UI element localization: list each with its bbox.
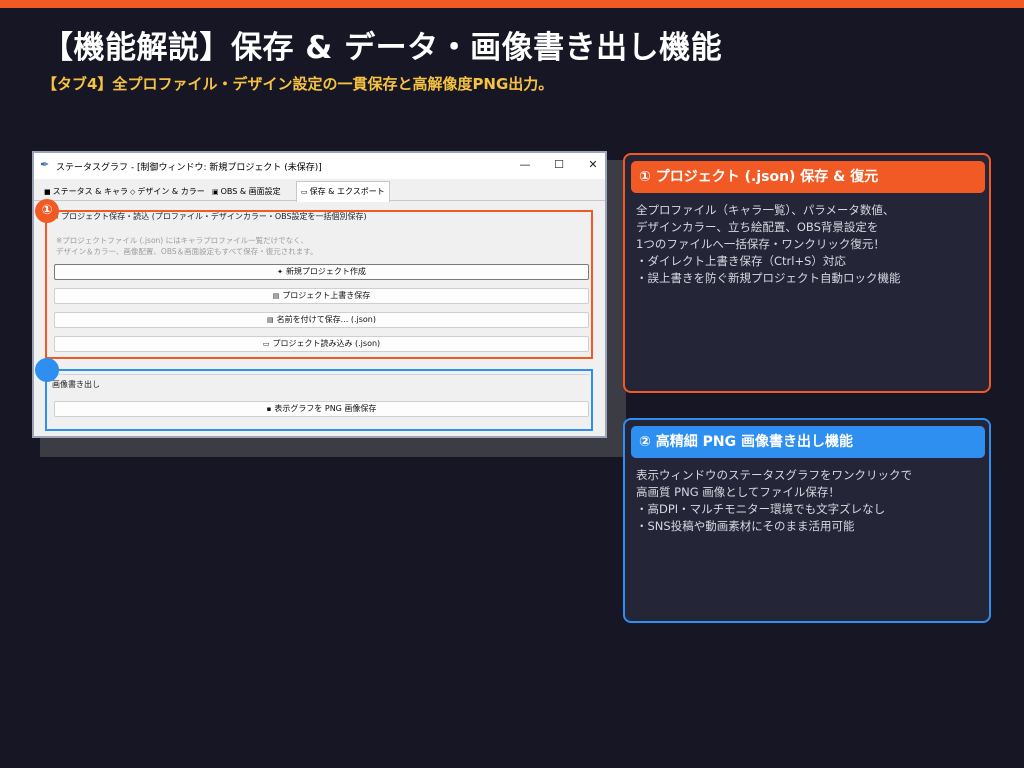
- card-line: 高画質 PNG 画像としてファイル保存！: [636, 485, 840, 499]
- tab-label: 保存 & エクスポート: [309, 187, 385, 196]
- card-line: ・ダイレクト上書き保存（Ctrl+S）対応: [636, 254, 846, 268]
- project-save-card: ① プロジェクト (.json) 保存 & 復元 全プロファイル（キャラ一覧）、…: [623, 153, 991, 393]
- png-export-card: ② 高精細 PNG 画像書き出し機能 表示ウィンドウのステータスグラフをワンクリ…: [623, 418, 991, 623]
- top-accent-bar: [0, 0, 1024, 8]
- minimize-button[interactable]: —: [510, 156, 540, 174]
- badge-two: [35, 358, 59, 382]
- feather-icon: ✒: [40, 158, 50, 171]
- close-button[interactable]: ✕: [578, 156, 608, 174]
- card-line: デザインカラー、立ち絵配置、OBS背景設定を: [636, 220, 879, 234]
- tab-label: OBS & 画面設定: [220, 187, 281, 196]
- page-title: 【機能解説】保存 & データ・画像書き出し機能: [42, 30, 723, 66]
- project-save-card-body: 全プロファイル（キャラ一覧）、パラメータ数値、 デザインカラー、立ち絵配置、OB…: [636, 202, 981, 287]
- badge-one: ①: [35, 199, 59, 223]
- project-save-card-title: ① プロジェクト (.json) 保存 & 復元: [631, 161, 985, 193]
- page-subtitle: 【タブ4】全プロファイル・デザイン設定の一貫保存と高解像度PNG出力。: [42, 75, 554, 93]
- card-line: 1つのファイルへ一括保存・ワンクリック復元！: [636, 237, 885, 251]
- card-line: 表示ウィンドウのステータスグラフをワンクリックで: [636, 468, 912, 482]
- tab-status-chara[interactable]: ■ ステータス & キャラ: [40, 184, 132, 201]
- png-export-card-title: ② 高精細 PNG 画像書き出し機能: [631, 426, 985, 458]
- window-titlebar: ✒ ステータスグラフ - [制御ウィンドウ: 新規プロジェクト (未保存)] —…: [34, 153, 605, 179]
- tab-obs-screen[interactable]: ▣ OBS & 画面設定: [208, 184, 285, 201]
- png-export-card-body: 表示ウィンドウのステータスグラフをワンクリックで 高画質 PNG 画像としてファ…: [636, 467, 981, 535]
- palette-icon: ◇: [130, 188, 136, 196]
- window-title: ステータスグラフ - [制御ウィンドウ: 新規プロジェクト (未保存)]: [56, 163, 322, 173]
- tab-label: デザイン & カラー: [137, 187, 205, 196]
- status-tab-icon: ■: [44, 188, 51, 196]
- card-line: 全プロファイル（キャラ一覧）、パラメータ数値、: [636, 203, 895, 217]
- export-section-highlight: [45, 369, 593, 431]
- tab-design-color[interactable]: ◇ デザイン & カラー: [126, 184, 209, 201]
- tab-label: ステータス & キャラ: [52, 187, 128, 196]
- project-section-highlight: [45, 210, 593, 359]
- card-line: ・誤上書きを防ぐ新規プロジェクト自動ロック機能: [636, 271, 901, 285]
- folder-icon: ▭: [301, 188, 308, 196]
- maximize-button[interactable]: ☐: [544, 156, 574, 174]
- tab-bar: ■ ステータス & キャラ ◇ デザイン & カラー ▣ OBS & 画面設定 ▭ 保存…: [34, 181, 605, 202]
- tab-save-export[interactable]: ▭ 保存 & エクスポート: [296, 181, 390, 202]
- monitor-icon: ▣: [212, 188, 219, 196]
- card-line: ・SNS投稿や動画素材にそのまま活用可能: [636, 519, 855, 533]
- card-line: ・高DPI・マルチモニター環境でも文字ズレなし: [636, 502, 886, 516]
